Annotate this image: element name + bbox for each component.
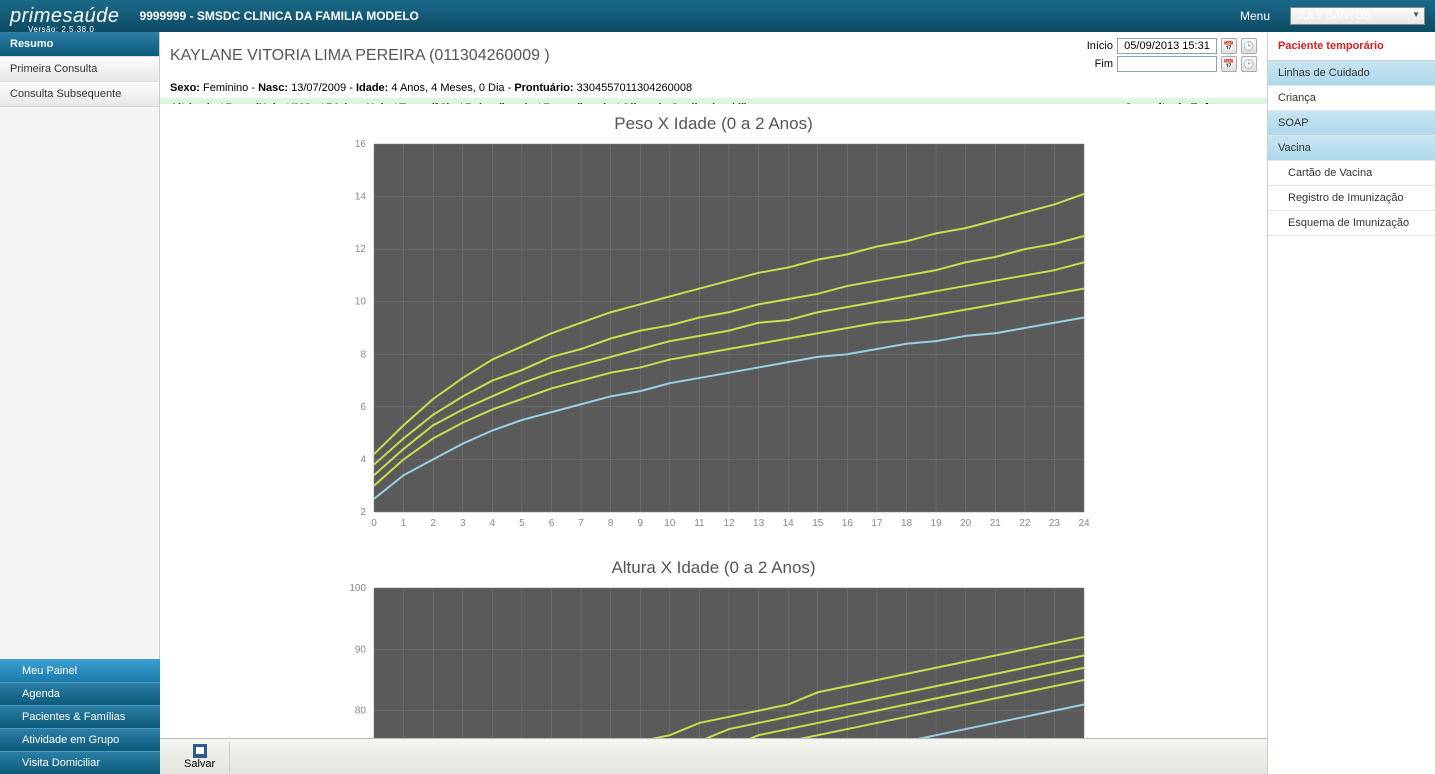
- growth-chart: 2468101214160123456789101112131415161718…: [334, 138, 1094, 538]
- right-panel-item[interactable]: SOAP: [1268, 111, 1435, 136]
- chart-title: Altura X Idade (0 a 2 Anos): [160, 558, 1267, 578]
- svg-text:18: 18: [900, 518, 912, 529]
- svg-text:7: 7: [578, 518, 584, 529]
- fim-input[interactable]: [1117, 56, 1217, 72]
- chart-container: 2468101214160123456789101112131415161718…: [334, 138, 1094, 538]
- chart-title: Peso X Idade (0 a 2 Anos): [160, 114, 1267, 134]
- right-panel-item[interactable]: Vacina: [1268, 136, 1435, 161]
- svg-text:3: 3: [459, 518, 465, 529]
- calendar-icon[interactable]: 📅: [1221, 56, 1237, 72]
- nav-item[interactable]: Atividade em Grupo: [0, 728, 160, 751]
- visit-dates: Início 📅 🕒 Fim 📅 🕒: [1087, 38, 1257, 74]
- nav-icon: [8, 666, 18, 676]
- app-header: primesaúde Versão: 2.5.38.0 9999999 - SM…: [0, 0, 1435, 32]
- svg-text:23: 23: [1048, 518, 1060, 529]
- nav-item[interactable]: Pacientes & Famílias: [0, 705, 160, 728]
- right-panel-item[interactable]: Cartão de Vacina: [1268, 161, 1435, 186]
- svg-text:16: 16: [841, 518, 853, 529]
- svg-text:11: 11: [694, 518, 705, 529]
- svg-text:2: 2: [360, 507, 366, 518]
- nav-label: Agenda: [22, 688, 60, 700]
- svg-text:9: 9: [637, 518, 643, 529]
- temp-patient-header: Paciente temporário: [1268, 32, 1435, 61]
- svg-text:14: 14: [354, 192, 366, 203]
- svg-text:8: 8: [360, 349, 366, 360]
- sidebar-item[interactable]: Resumo: [0, 32, 159, 57]
- svg-text:2: 2: [430, 518, 436, 529]
- save-button[interactable]: Salvar: [170, 742, 230, 772]
- inicio-input[interactable]: [1117, 38, 1217, 54]
- svg-text:6: 6: [360, 402, 366, 413]
- nav-label: Visita Domiciliar: [22, 757, 100, 769]
- svg-text:6: 6: [548, 518, 554, 529]
- patient-name: KAYLANE VITORIA LIMA PEREIRA (0113042600…: [170, 47, 550, 65]
- right-panel-item[interactable]: Linhas de Cuidado: [1268, 61, 1435, 86]
- svg-text:14: 14: [782, 518, 794, 529]
- svg-text:16: 16: [354, 139, 366, 150]
- svg-text:4: 4: [489, 518, 495, 529]
- svg-text:100: 100: [349, 583, 366, 594]
- inicio-label: Início: [1087, 40, 1113, 52]
- right-panel-item[interactable]: Criança: [1268, 86, 1435, 111]
- clinic-title: 9999999 - SMSDC CLINICA DA FAMILIA MODEL…: [140, 9, 419, 23]
- svg-text:19: 19: [930, 518, 942, 529]
- nav-label: Pacientes & Famílias: [22, 711, 125, 723]
- patient-demographics: Sexo: Feminino - Nasc: 13/07/2009 - Idad…: [160, 80, 1267, 98]
- svg-text:15: 15: [812, 518, 824, 529]
- sidebar-item[interactable]: Primeira Consulta: [0, 57, 159, 82]
- nav-icon: [8, 712, 18, 722]
- save-icon: [193, 744, 207, 758]
- clock-icon[interactable]: 🕒: [1241, 38, 1257, 54]
- chart-container: 4050607080901000123456789101112131415161…: [334, 582, 1094, 738]
- svg-text:4: 4: [360, 454, 366, 465]
- svg-text:10: 10: [354, 297, 366, 308]
- svg-text:17: 17: [871, 518, 883, 529]
- nav-item[interactable]: Agenda: [0, 682, 160, 705]
- left-sidebar: ResumoPrimeira ConsultaConsulta Subseque…: [0, 32, 160, 774]
- svg-text:10: 10: [664, 518, 676, 529]
- fim-label: Fim: [1095, 58, 1113, 70]
- svg-text:21: 21: [989, 518, 1001, 529]
- nav-label: Meu Painel: [22, 665, 77, 677]
- svg-text:22: 22: [1019, 518, 1031, 529]
- calendar-icon[interactable]: 📅: [1221, 38, 1237, 54]
- nav-icon: [8, 689, 18, 699]
- footer-bar: Salvar: [160, 738, 1267, 774]
- nav-icon: [8, 758, 18, 768]
- brand-logo: primesaúde Versão: 2.5.38.0: [10, 5, 120, 28]
- nav-item[interactable]: Visita Domiciliar: [0, 751, 160, 774]
- user-dropdown[interactable]: JULY SANTOS: [1290, 7, 1425, 25]
- svg-text:12: 12: [723, 518, 735, 529]
- svg-text:8: 8: [607, 518, 613, 529]
- nav-item[interactable]: Meu Painel: [0, 659, 160, 682]
- right-panel: Paciente temporário Linhas de CuidadoCri…: [1267, 32, 1435, 774]
- svg-text:12: 12: [354, 244, 366, 255]
- svg-text:5: 5: [519, 518, 525, 529]
- nav-label: Atividade em Grupo: [22, 734, 119, 746]
- growth-chart: 4050607080901000123456789101112131415161…: [334, 582, 1094, 738]
- sidebar-item[interactable]: Consulta Subsequente: [0, 82, 159, 107]
- main-content[interactable]: Peso X Idade (0 a 2 Anos)246810121416012…: [160, 104, 1267, 738]
- svg-text:90: 90: [354, 644, 366, 655]
- svg-text:1: 1: [400, 518, 406, 529]
- right-panel-item[interactable]: Esquema de Imunização: [1268, 211, 1435, 236]
- svg-text:80: 80: [354, 706, 366, 717]
- nav-icon: [8, 735, 18, 745]
- svg-text:20: 20: [960, 518, 972, 529]
- right-panel-item[interactable]: Registro de Imunização: [1268, 186, 1435, 211]
- bottom-nav: Meu Painel Agenda Pacientes & Famílias Ativ…: [0, 659, 160, 774]
- svg-text:13: 13: [753, 518, 765, 529]
- clock-icon[interactable]: 🕒: [1241, 56, 1257, 72]
- menu-link[interactable]: Menu: [1240, 9, 1270, 23]
- svg-text:24: 24: [1078, 518, 1090, 529]
- svg-text:0: 0: [371, 518, 377, 529]
